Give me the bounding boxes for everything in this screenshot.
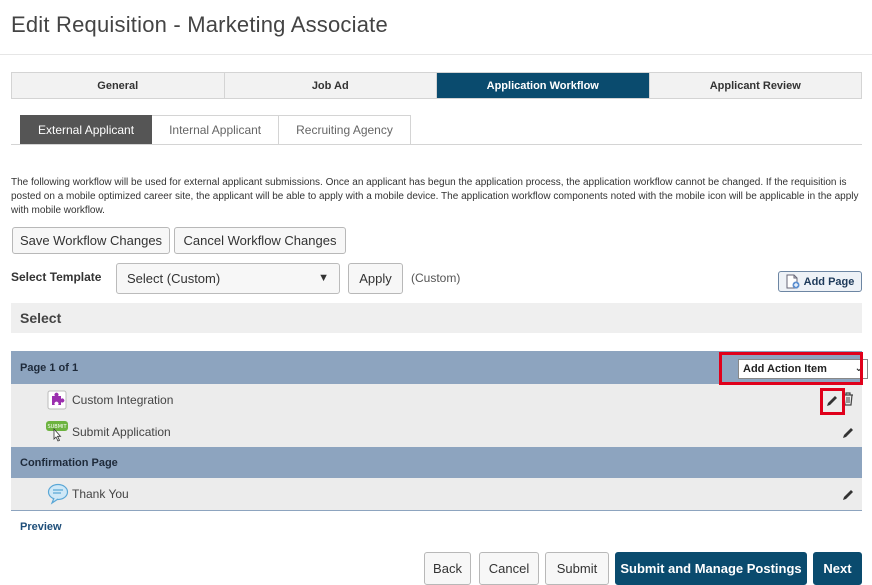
- subtab-recruiting-agency[interactable]: Recruiting Agency: [279, 115, 411, 145]
- chevron-down-icon: ⌄: [854, 363, 863, 374]
- select-section-header: Select: [11, 303, 862, 333]
- trash-icon[interactable]: [842, 392, 856, 408]
- sub-tabs: External Applicant Internal Applicant Re…: [20, 115, 411, 145]
- template-select[interactable]: Select (Custom) ▼: [116, 263, 340, 294]
- submit-icon: SUBMIT: [46, 421, 68, 442]
- workflow-description: The following workflow will be used for …: [11, 177, 859, 216]
- workflow-item-thank-you: Thank You: [11, 478, 862, 510]
- main-tabs: General Job Ad Application Workflow Appl…: [11, 72, 862, 99]
- tab-general[interactable]: General: [12, 73, 225, 98]
- edit-pencil-icon[interactable]: [824, 392, 840, 408]
- dropdown-caret-icon: ▼: [318, 272, 329, 284]
- save-workflow-changes-button[interactable]: Save Workflow Changes: [12, 227, 170, 254]
- workflow-item-submit-application: SUBMIT Submit Application: [11, 416, 862, 447]
- workflow-item-label: Custom Integration: [72, 393, 174, 407]
- workflow-item-custom-integration: Custom Integration: [11, 384, 862, 416]
- subtab-divider: [11, 144, 862, 145]
- workflow-item-label: Thank You: [72, 487, 129, 501]
- confirmation-header-label: Confirmation Page: [20, 456, 118, 469]
- speech-bubble-icon: [47, 483, 69, 505]
- page-header-label: Page 1 of 1: [20, 361, 79, 374]
- page-header: Page 1 of 1 Add Action Item ⌄: [11, 351, 868, 384]
- tab-job-ad[interactable]: Job Ad: [224, 73, 437, 98]
- subtab-external-applicant[interactable]: External Applicant: [20, 115, 153, 145]
- add-action-item-value: Add Action Item: [743, 363, 827, 375]
- select-template-label: Select Template: [11, 270, 102, 284]
- cancel-workflow-changes-button[interactable]: Cancel Workflow Changes: [174, 227, 346, 254]
- cancel-button[interactable]: Cancel: [479, 552, 539, 585]
- add-page-icon: [786, 274, 800, 289]
- tab-applicant-review[interactable]: Applicant Review: [649, 73, 861, 98]
- add-page-button[interactable]: Add Page: [778, 271, 862, 292]
- submit-and-manage-postings-button[interactable]: Submit and Manage Postings: [615, 552, 807, 585]
- workflow-item-label: Submit Application: [72, 424, 171, 439]
- svg-text:SUBMIT: SUBMIT: [47, 424, 67, 430]
- template-custom-note: (Custom): [411, 271, 461, 285]
- subtab-internal-applicant[interactable]: Internal Applicant: [152, 115, 280, 145]
- template-select-value: Select (Custom): [127, 271, 221, 286]
- next-button[interactable]: Next: [813, 552, 862, 585]
- title-divider: [0, 54, 872, 55]
- confirmation-page-header: Confirmation Page: [11, 447, 862, 478]
- add-action-item-select[interactable]: Add Action Item ⌄: [738, 359, 868, 379]
- edit-pencil-icon[interactable]: [840, 424, 856, 440]
- page-title: Edit Requisition - Marketing Associate: [11, 12, 388, 37]
- back-button[interactable]: Back: [424, 552, 471, 585]
- apply-template-button[interactable]: Apply: [348, 263, 403, 294]
- edit-pencil-icon[interactable]: [840, 486, 856, 502]
- tab-application-workflow[interactable]: Application Workflow: [437, 73, 650, 98]
- puzzle-icon: [47, 390, 67, 410]
- workflow-panel: Page 1 of 1 Add Action Item ⌄ Custom Int…: [11, 351, 868, 511]
- add-page-label: Add Page: [803, 275, 855, 288]
- preview-link[interactable]: Preview: [20, 521, 62, 533]
- submit-button[interactable]: Submit: [545, 552, 609, 585]
